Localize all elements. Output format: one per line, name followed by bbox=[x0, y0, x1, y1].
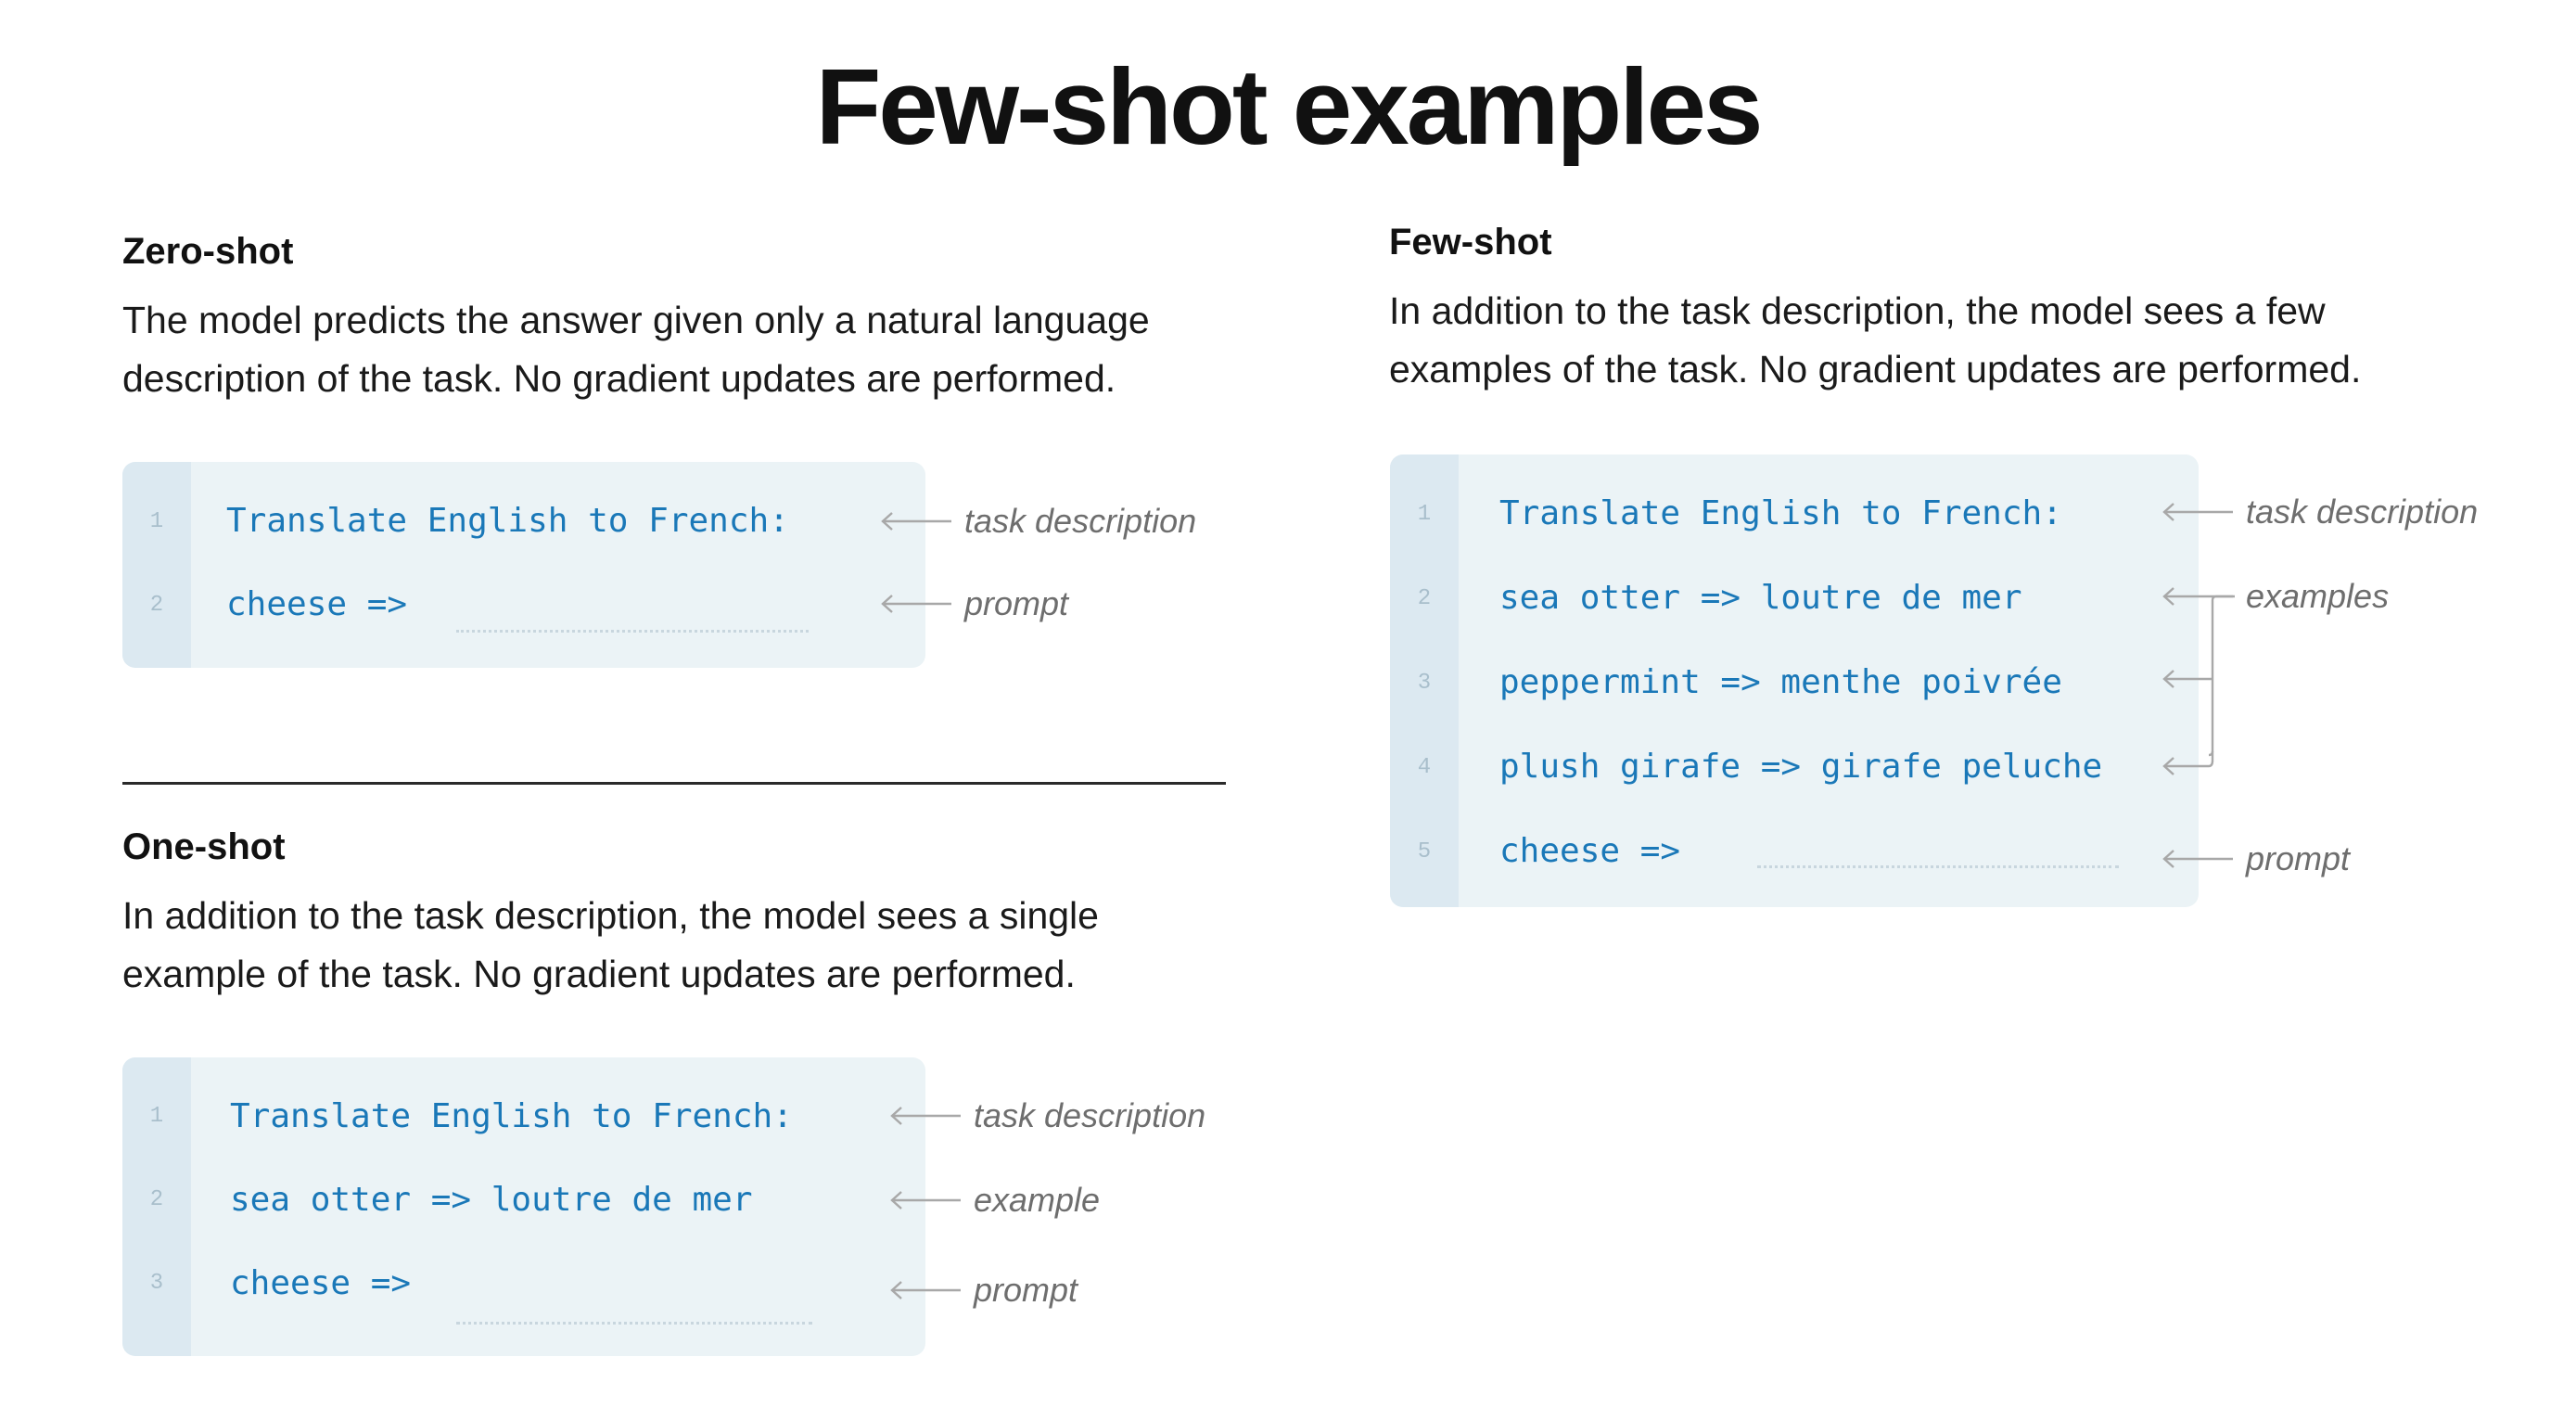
left-arrow-icon bbox=[2161, 501, 2233, 523]
answer-blank bbox=[456, 1322, 812, 1325]
code-line-example: sea otter => loutre de mer bbox=[1499, 579, 2022, 617]
code-line-task: Translate English to French: bbox=[230, 1097, 793, 1135]
line-number: 2 bbox=[149, 1187, 164, 1212]
description-line: examples of the task. No gradient update… bbox=[1389, 348, 2362, 390]
examples-bracket bbox=[2162, 595, 2235, 775]
line-number: 1 bbox=[1417, 502, 1432, 527]
few-shot-section: Few-shot In addition to the task descrip… bbox=[1389, 219, 2361, 399]
code-line-task: Translate English to French: bbox=[1499, 494, 2062, 532]
left-arrow-icon bbox=[2161, 848, 2233, 870]
left-arrow-icon bbox=[888, 1279, 961, 1301]
page-title: Few-shot examples bbox=[815, 46, 1763, 167]
zero-shot-description: The model predicts the answer given only… bbox=[122, 291, 1150, 408]
description-line: In addition to the task description, the… bbox=[122, 894, 1099, 937]
description-line: example of the task. No gradient updates… bbox=[122, 953, 1076, 995]
code-line-task: Translate English to French: bbox=[226, 502, 789, 540]
left-arrow-icon bbox=[879, 510, 951, 532]
line-number: 3 bbox=[1417, 671, 1432, 696]
left-arrow-icon bbox=[888, 1105, 961, 1127]
one-shot-heading: One-shot bbox=[122, 826, 286, 867]
code-line-example: plush girafe => girafe peluche bbox=[1499, 748, 2103, 786]
left-arrow-icon bbox=[888, 1189, 961, 1211]
description-line: description of the task. No gradient upd… bbox=[122, 357, 1116, 400]
code-line-prompt: cheese => bbox=[226, 585, 408, 623]
zero-shot-code-box: 1 Translate English to French: 2 cheese … bbox=[122, 462, 925, 668]
annotation-label: task description bbox=[974, 1096, 1206, 1134]
annotation-label: task description bbox=[2246, 493, 2479, 531]
few-shot-description: In addition to the task description, the… bbox=[1389, 282, 2361, 399]
left-arrow-icon bbox=[879, 593, 951, 615]
annotation-label: examples bbox=[2246, 577, 2390, 615]
description-line: In addition to the task description, the… bbox=[1389, 289, 2326, 332]
line-number: 2 bbox=[1417, 586, 1432, 611]
line-number: 4 bbox=[1417, 755, 1432, 780]
line-number-gutter bbox=[122, 462, 191, 668]
line-number: 1 bbox=[149, 509, 164, 534]
code-line-prompt: cheese => bbox=[230, 1264, 412, 1302]
code-line-example: sea otter => loutre de mer bbox=[230, 1181, 753, 1219]
annotation-label: prompt bbox=[2246, 839, 2351, 877]
description-line: The model predicts the answer given only… bbox=[122, 299, 1150, 341]
answer-blank bbox=[456, 630, 809, 633]
zero-shot-section: Zero-shot The model predicts the answer … bbox=[122, 228, 1150, 408]
few-shot-heading: Few-shot bbox=[1389, 222, 1552, 262]
one-shot-code-box: 1 Translate English to French: 2 sea ott… bbox=[122, 1057, 925, 1356]
annotation-label: prompt bbox=[974, 1271, 1078, 1309]
annotation-label: prompt bbox=[964, 584, 1069, 622]
line-number: 1 bbox=[149, 1104, 164, 1129]
annotation-label: example bbox=[974, 1181, 1101, 1219]
one-shot-description: In addition to the task description, the… bbox=[122, 887, 1099, 1004]
annotation-label: task description bbox=[964, 502, 1197, 540]
section-divider bbox=[122, 782, 1226, 785]
line-number: 2 bbox=[149, 593, 164, 618]
answer-blank bbox=[1757, 865, 2119, 868]
zero-shot-heading: Zero-shot bbox=[122, 231, 294, 272]
code-line-prompt: cheese => bbox=[1499, 832, 1681, 870]
one-shot-section: One-shot In addition to the task descrip… bbox=[122, 824, 1099, 1004]
code-line-example: peppermint => menthe poivrée bbox=[1499, 663, 2062, 701]
line-number: 5 bbox=[1417, 839, 1432, 864]
few-shot-code-box: 1 Translate English to French: 2 sea ott… bbox=[1390, 454, 2199, 907]
line-number: 3 bbox=[149, 1271, 164, 1296]
